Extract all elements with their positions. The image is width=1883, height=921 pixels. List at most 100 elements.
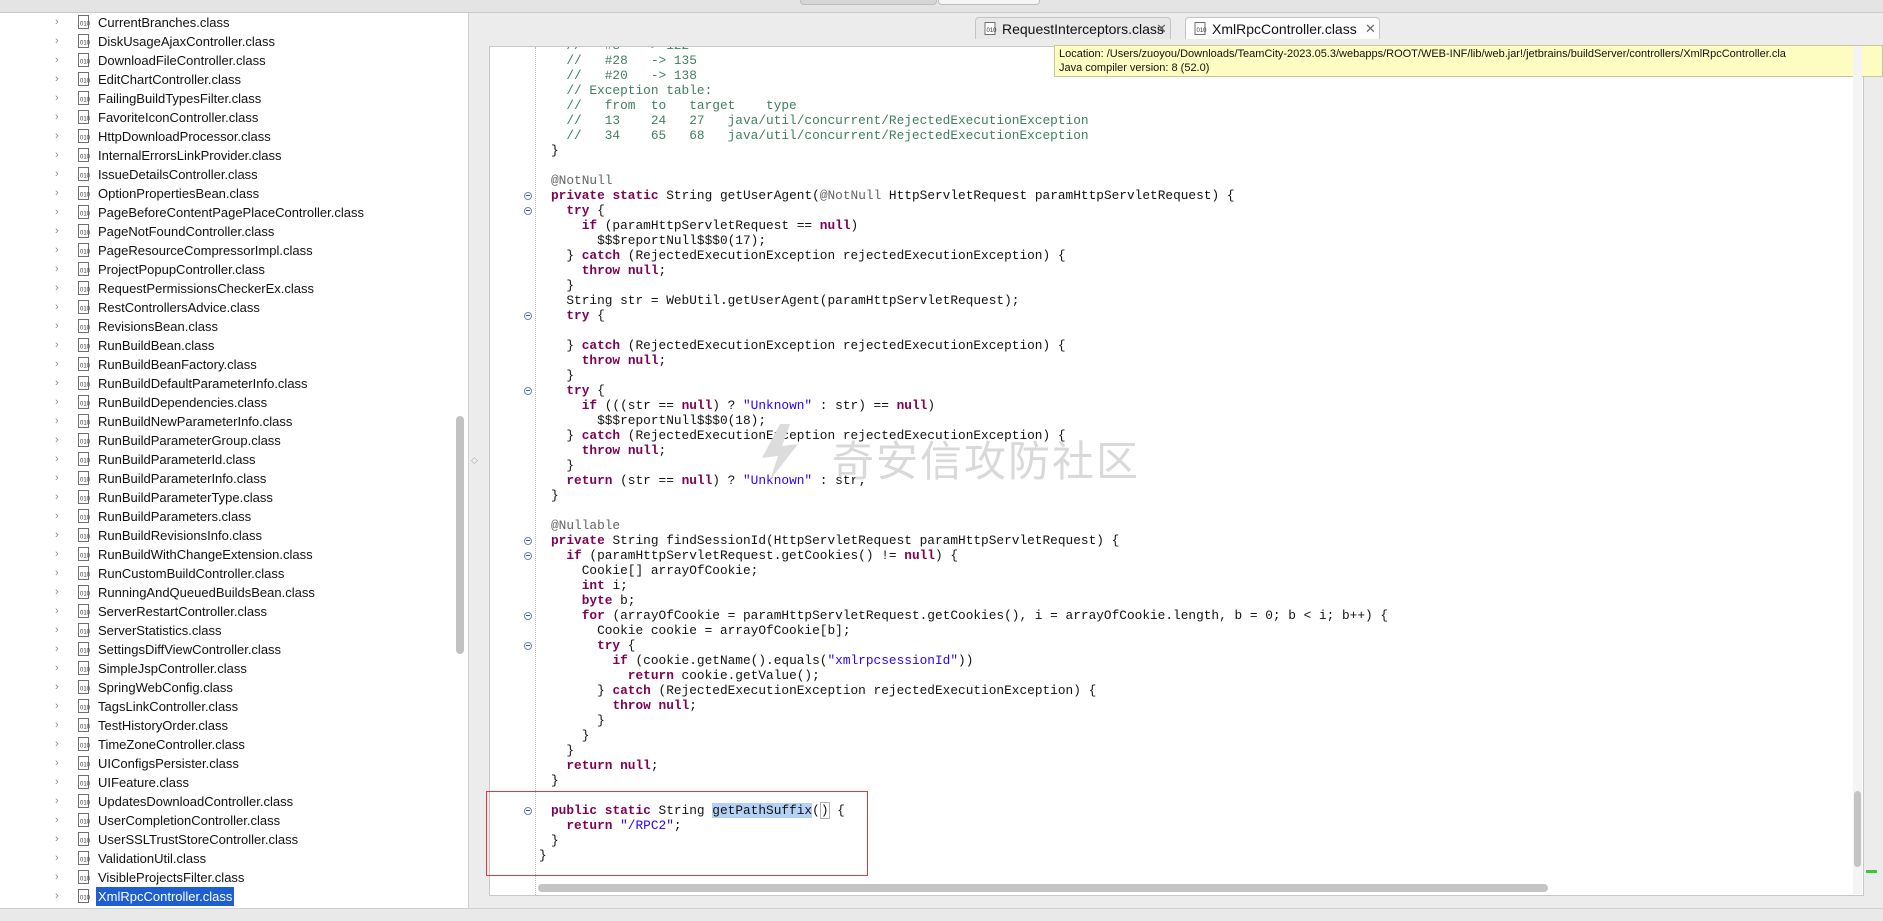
chevron-right-icon[interactable]: › [55,222,65,241]
tree-item[interactable]: › 010 RunBuildDefaultParameterInfo.class [0,374,468,393]
chevron-right-icon[interactable]: › [55,450,65,469]
tab-xmlrpc-controller[interactable]: 010 XmlRpcController.class ✕ [1185,17,1380,39]
tree-item[interactable]: › 010 RevisionsBean.class [0,317,468,336]
tab-request-interceptors[interactable]: 010 RequestInterceptors.class ✕ [975,17,1171,39]
chevron-right-icon[interactable]: › [55,564,65,583]
tree-item[interactable]: › 010 RunBuildRevisionsInfo.class [0,526,468,545]
tree-item[interactable]: › 010 SpringWebConfig.class [0,678,468,697]
tree-item[interactable]: › 010 RunBuildWithChangeExtension.class [0,545,468,564]
tree-item[interactable]: › 010 FavoriteIconController.class [0,108,468,127]
tree-item[interactable]: › 010 RunBuildBean.class [0,336,468,355]
chevron-right-icon[interactable]: › [55,716,65,735]
tree-item[interactable]: › 010 SettingsDiffViewController.class [0,640,468,659]
chevron-right-icon[interactable]: › [55,887,65,906]
chevron-right-icon[interactable]: › [55,393,65,412]
chevron-right-icon[interactable]: › [55,89,65,108]
chevron-right-icon[interactable]: › [55,735,65,754]
tree-item[interactable]: › 010 ServerRestartController.class [0,602,468,621]
tree-item[interactable]: › 010 InternalErrorsLinkProvider.class [0,146,468,165]
tree-item[interactable]: › 010 DiskUsageAjaxController.class [0,32,468,51]
chevron-right-icon[interactable]: › [55,279,65,298]
chevron-right-icon[interactable]: › [55,431,65,450]
chevron-right-icon[interactable]: › [55,336,65,355]
editor-horizontal-scrollbar[interactable] [538,884,1548,892]
chevron-right-icon[interactable]: › [55,754,65,773]
tree-item[interactable]: › 010 RunBuildParameterInfo.class [0,469,468,488]
chevron-right-icon[interactable]: › [55,602,65,621]
chevron-right-icon[interactable]: › [55,507,65,526]
tree-item[interactable]: › 010 ProjectPopupController.class [0,260,468,279]
chevron-right-icon[interactable]: › [55,13,65,32]
tree-item[interactable]: › 010 UIConfigsPersister.class [0,754,468,773]
tree-item[interactable]: › 010 IssueDetailsController.class [0,165,468,184]
close-icon[interactable]: ✕ [1156,18,1167,40]
chevron-right-icon[interactable]: › [55,583,65,602]
chevron-right-icon[interactable]: › [55,849,65,868]
tree-item[interactable]: › 010 XmlRpcController.class [0,887,468,906]
chevron-right-icon[interactable]: › [55,298,65,317]
tree-item[interactable]: › 010 UIFeature.class [0,773,468,792]
tree-item[interactable]: › 010 EditChartController.class [0,70,468,89]
tree-item[interactable]: › 010 TagsLinkController.class [0,697,468,716]
tree-item[interactable]: › 010 RunBuildParameters.class [0,507,468,526]
tree-item[interactable]: › 010 TimeZoneController.class [0,735,468,754]
tree-item[interactable]: › 010 ValidationUtil.class [0,849,468,868]
chevron-right-icon[interactable]: › [55,127,65,146]
tree-item[interactable]: › 010 ServerStatistics.class [0,621,468,640]
tree-item[interactable]: › 010 RunningAndQueuedBuildsBean.class [0,583,468,602]
tree-item[interactable]: › 010 CurrentBranches.class [0,13,468,32]
chevron-right-icon[interactable]: › [55,317,65,336]
tree-item[interactable]: › 010 RestControllersAdvice.class [0,298,468,317]
tree-item[interactable]: › 010 RunBuildBeanFactory.class [0,355,468,374]
chevron-right-icon[interactable]: › [55,146,65,165]
tree-vertical-scrollbar[interactable] [456,416,464,654]
tree-item[interactable]: › 010 RunBuildNewParameterInfo.class [0,412,468,431]
split-pane-handle[interactable]: ◇ [471,455,478,467]
chevron-right-icon[interactable]: › [55,868,65,887]
tree-item[interactable]: › 010 OptionPropertiesBean.class [0,184,468,203]
chevron-right-icon[interactable]: › [55,51,65,70]
tree-item[interactable]: › 010 TestHistoryOrder.class [0,716,468,735]
toolbar-tab-stub[interactable] [800,0,937,5]
tree-item[interactable]: › 010 DownloadFileController.class [0,51,468,70]
chevron-right-icon[interactable]: › [55,640,65,659]
chevron-right-icon[interactable]: › [55,811,65,830]
scrollbar-thumb[interactable] [1854,791,1861,867]
tree-item[interactable]: › 010 RunBuildDependencies.class [0,393,468,412]
toolbar-tab-stub-active[interactable] [938,0,1040,5]
chevron-right-icon[interactable]: › [55,678,65,697]
chevron-right-icon[interactable]: › [55,165,65,184]
chevron-right-icon[interactable]: › [55,545,65,564]
package-explorer-tree[interactable]: › 010 CurrentBranches.class › 010 DiskUsageAj… [0,13,469,908]
tree-item[interactable]: › 010 RunBuildParameterGroup.class [0,431,468,450]
chevron-right-icon[interactable]: › [55,260,65,279]
editor-vertical-scrollbar[interactable] [1853,46,1862,894]
tree-item[interactable]: › 010 UserSSLTrustStoreController.class [0,830,468,849]
code-editor[interactable]: // #8 -> 122 // #28 -> 135 // #20 -> 138… [489,46,1864,896]
tree-item[interactable]: › 010 SimpleJspController.class [0,659,468,678]
chevron-right-icon[interactable]: › [55,374,65,393]
tree-item[interactable]: › 010 HttpDownloadProcessor.class [0,127,468,146]
chevron-right-icon[interactable]: › [55,355,65,374]
chevron-right-icon[interactable]: › [55,659,65,678]
tree-item[interactable]: › 010 PageBeforeContentPagePlaceController… [0,203,468,222]
chevron-right-icon[interactable]: › [55,621,65,640]
chevron-right-icon[interactable]: › [55,108,65,127]
chevron-right-icon[interactable]: › [55,32,65,51]
tree-item[interactable]: › 010 RunCustomBuildController.class [0,564,468,583]
tree-item[interactable]: › 010 PageResourceCompressorImpl.class [0,241,468,260]
chevron-right-icon[interactable]: › [55,469,65,488]
chevron-right-icon[interactable]: › [55,184,65,203]
chevron-right-icon[interactable]: › [55,697,65,716]
chevron-right-icon[interactable]: › [55,70,65,89]
chevron-right-icon[interactable]: › [55,792,65,811]
tree-item[interactable]: › 010 FailingBuildTypesFilter.class [0,89,468,108]
chevron-right-icon[interactable]: › [55,773,65,792]
tree-item[interactable]: › 010 RequestPermissionsCheckerEx.class [0,279,468,298]
chevron-right-icon[interactable]: › [55,830,65,849]
chevron-right-icon[interactable]: › [55,488,65,507]
chevron-right-icon[interactable]: › [55,203,65,222]
close-icon[interactable]: ✕ [1365,18,1376,40]
tree-item[interactable]: › 010 RunBuildParameterId.class [0,450,468,469]
chevron-right-icon[interactable]: › [55,412,65,431]
